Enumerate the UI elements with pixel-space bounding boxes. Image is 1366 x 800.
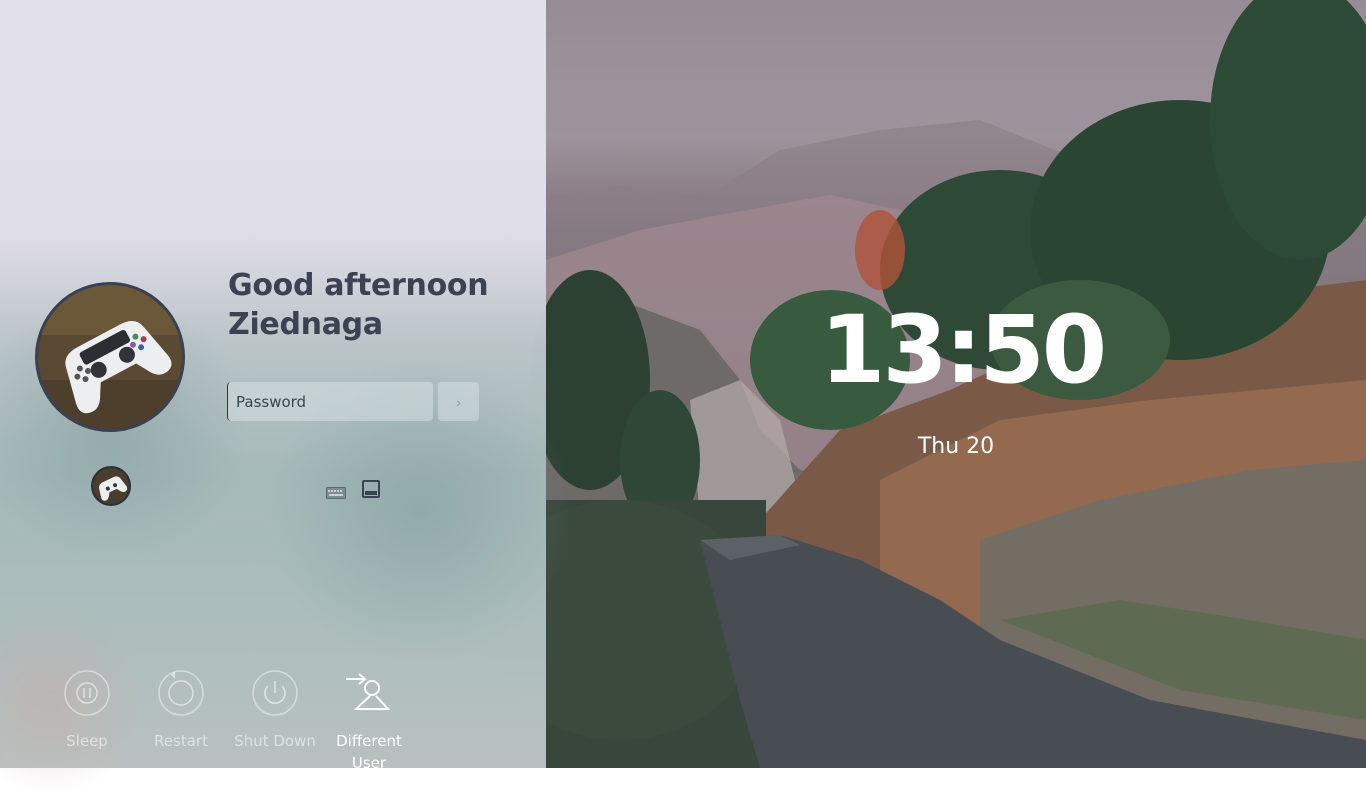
greeting: Good afternoon Ziednaga — [228, 266, 528, 344]
switch-user-icon — [346, 673, 391, 710]
restart-icon — [158, 670, 204, 716]
restart-button[interactable]: Restart — [134, 668, 228, 752]
greeting-line: Good afternoon — [228, 268, 489, 303]
login-submit-button[interactable]: › — [438, 382, 479, 421]
sleep-label: Sleep — [66, 732, 108, 750]
user-avatar — [35, 282, 185, 432]
different-user-button[interactable]: Different User — [322, 668, 416, 774]
keyboard-icon[interactable] — [326, 484, 346, 503]
virtual-keyboard-icon[interactable] — [362, 480, 380, 502]
sleep-button[interactable]: Sleep — [40, 668, 134, 752]
clock-date: Thu 20 — [917, 434, 995, 459]
different-user-label: Different User — [336, 732, 402, 772]
user-name: Ziednaga — [228, 307, 383, 342]
sleep-icon — [64, 670, 110, 716]
gamepad-icon — [38, 285, 182, 429]
gamepad-icon — [93, 468, 129, 504]
login-panel: Good afternoon Ziednaga › Sleep Restart … — [0, 0, 580, 800]
password-field[interactable] — [227, 382, 433, 421]
restart-label: Restart — [154, 732, 208, 750]
power-icon — [252, 670, 298, 716]
user-list-item[interactable] — [91, 466, 131, 506]
shutdown-button[interactable]: Shut Down — [228, 668, 322, 752]
shutdown-label: Shut Down — [234, 732, 316, 750]
clock-time: 13:50 — [820, 296, 1107, 405]
chevron-right-icon: › — [456, 393, 461, 410]
